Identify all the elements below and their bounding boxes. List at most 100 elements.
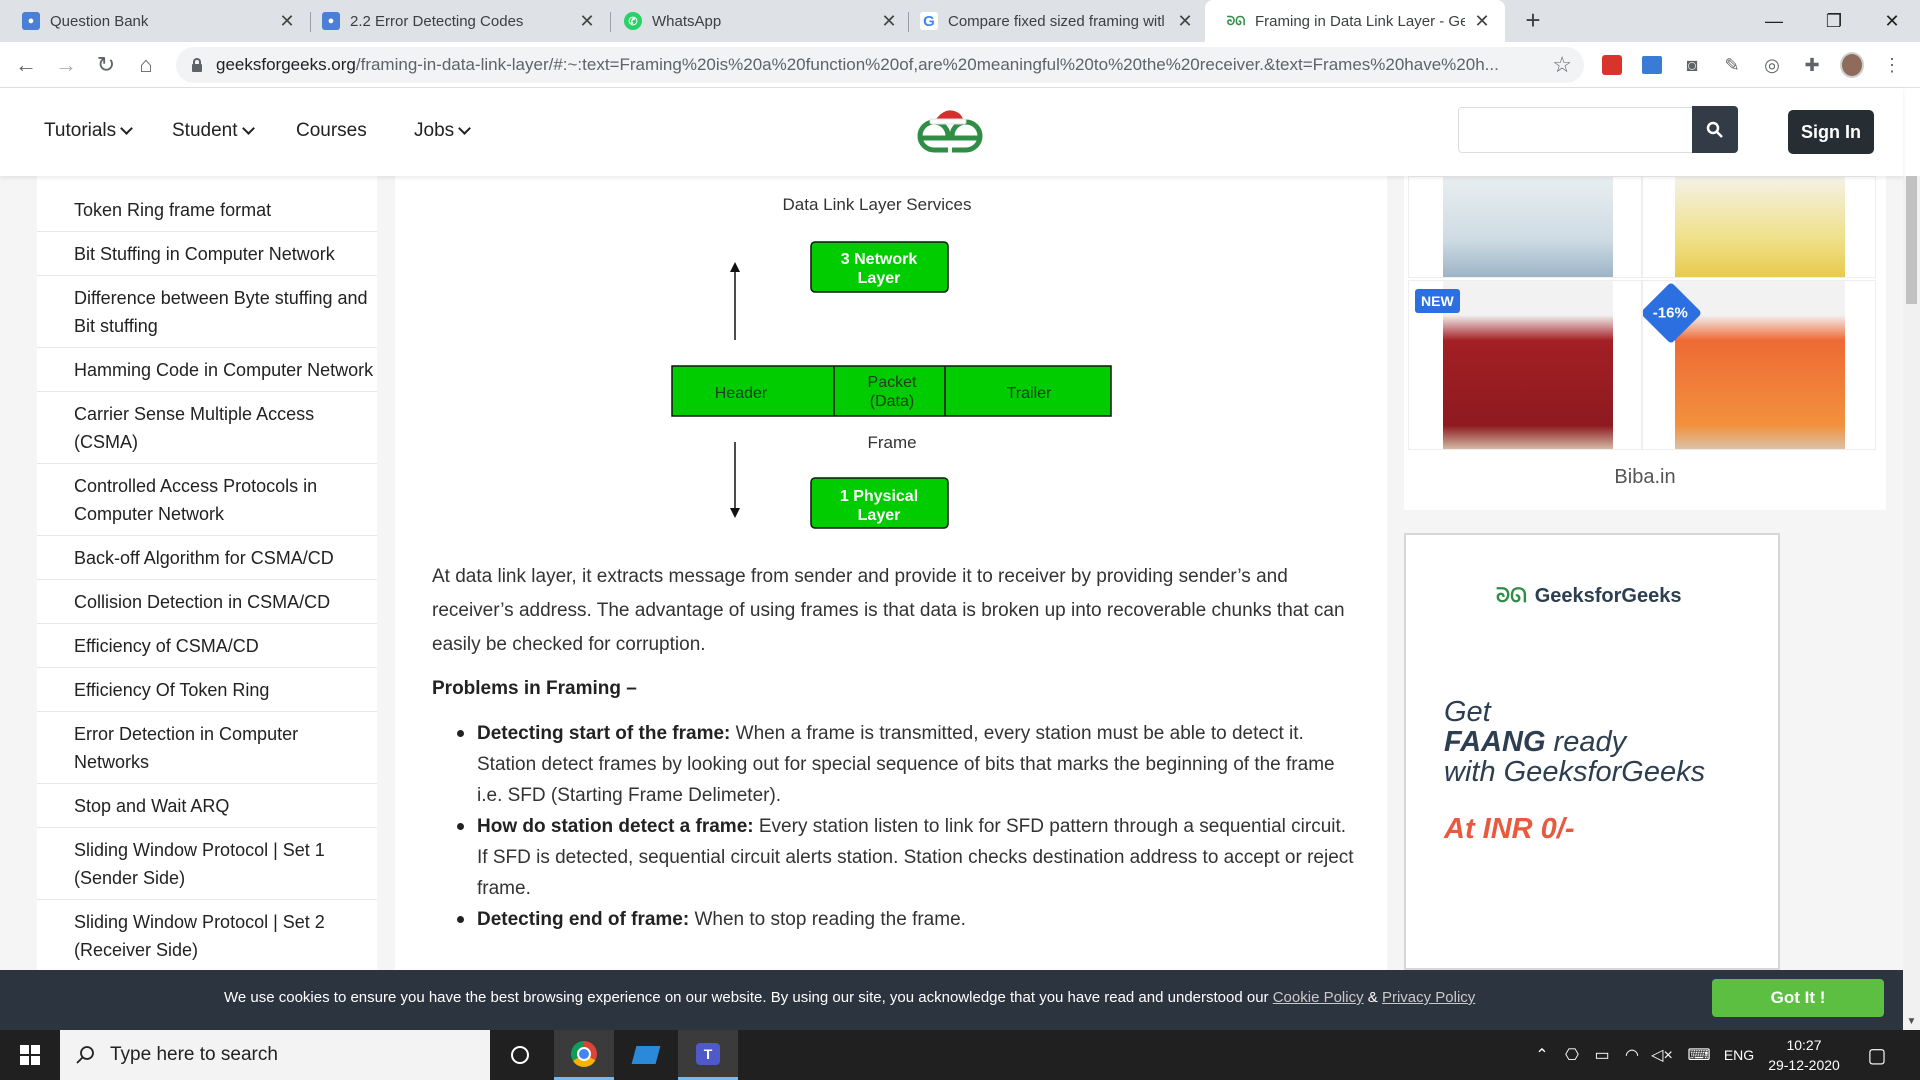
language-indicator[interactable]: ENG (1722, 1030, 1756, 1080)
close-icon[interactable]: ✕ (278, 11, 296, 32)
menu-jobs[interactable]: Jobs (414, 120, 472, 142)
menu-courses[interactable]: Courses (296, 120, 367, 142)
extension-circle-icon[interactable]: ◎ (1760, 53, 1784, 77)
sidebar-item[interactable]: Carrier Sense Multiple Access (CSMA) (37, 392, 377, 464)
restore-icon[interactable]: ❐ (1806, 0, 1862, 42)
teams-taskbar-icon[interactable]: T (678, 1030, 738, 1080)
sign-in-button[interactable]: Sign In (1788, 110, 1874, 154)
tab-error-detecting-codes[interactable]: ● 2.2 Error Detecting Codes ✕ (300, 0, 610, 42)
problem-title: How do station detect a frame: (477, 816, 754, 837)
sidebar-item[interactable]: Back-off Algorithm for CSMA/CD (37, 536, 377, 580)
sidebar-item[interactable]: Efficiency of CSMA/CD (37, 624, 377, 668)
menu-tutorials[interactable]: Tutorials (44, 120, 134, 142)
chrome-taskbar-icon[interactable] (554, 1030, 614, 1080)
menu-student[interactable]: Student (172, 120, 255, 142)
profile-avatar[interactable] (1840, 52, 1864, 78)
sidebar-item[interactable]: Sliding Window Protocol | Set 2 (Receive… (37, 900, 377, 970)
close-icon[interactable]: ✕ (1473, 11, 1491, 32)
menu-dots-icon[interactable]: ⋮ (1880, 53, 1904, 77)
wifi-icon[interactable]: ◠ (1622, 1030, 1642, 1080)
sidebar-item[interactable]: Token Ring frame format (37, 176, 377, 232)
sidebar-item[interactable]: Bit Stuffing in Computer Network (37, 232, 377, 276)
data-link-layer-diagram: Data Link Layer Services 3 Network Layer… (671, 195, 1112, 529)
cortana-icon[interactable] (490, 1030, 550, 1080)
chrome-icon (571, 1040, 597, 1067)
cookie-banner: We use cookies to ensure you have the be… (0, 970, 1903, 1030)
cookie-policy-link[interactable]: Cookie Policy (1273, 989, 1364, 1006)
tab-question-bank[interactable]: ● Question Bank ✕ (0, 0, 310, 42)
site-search-button[interactable] (1692, 106, 1738, 153)
sidebar-item[interactable]: Stop and Wait ARQ (37, 784, 377, 828)
frame-data-label: (Data) (870, 393, 914, 410)
tab-framing-active[interactable]: ᘐᘏ Framing in Data Link Layer - Geel ✕ (1205, 0, 1505, 42)
sidebar-item[interactable]: Difference between Byte stuffing and Bit… (37, 276, 377, 348)
sidebar-item[interactable]: Controlled Access Protocols in Computer … (37, 464, 377, 536)
windows-start-button[interactable] (0, 1030, 60, 1080)
file-transfer-taskbar-icon[interactable] (616, 1030, 676, 1080)
sidebar-item[interactable]: Efficiency Of Token Ring (37, 668, 377, 712)
product-card[interactable] (1408, 176, 1642, 278)
close-icon[interactable]: ✕ (1176, 11, 1194, 32)
reload-icon[interactable]: ↻ (90, 49, 122, 81)
privacy-policy-link[interactable]: Privacy Policy (1382, 989, 1475, 1006)
product-image (1675, 177, 1845, 277)
tab-title: Compare fixed sized framing witl (948, 12, 1165, 30)
google-icon: G (920, 12, 938, 30)
sidebar-item[interactable]: Collision Detection in CSMA/CD (37, 580, 377, 624)
window-close-icon[interactable]: ✕ (1864, 0, 1920, 42)
cookie-amp: & (1363, 989, 1382, 1006)
site-search-input[interactable] (1458, 107, 1694, 153)
taskbar-search-box[interactable]: Type here to search (60, 1030, 490, 1080)
new-tab-button[interactable]: + (1518, 6, 1548, 36)
frame-packet-label: Packet (868, 374, 917, 391)
tab-compare-framing[interactable]: G Compare fixed sized framing witl ✕ (898, 0, 1208, 42)
sidebar: Token Ring frame format Bit Stuffing in … (37, 176, 377, 970)
product-image (1675, 281, 1845, 449)
site-header: Tutorials Student Courses Jobs Sign In (0, 88, 1903, 176)
frame-caption: Frame (867, 433, 916, 452)
scroll-thumb[interactable] (1906, 176, 1917, 304)
sidebar-item[interactable]: Hamming Code in Computer Network (37, 348, 377, 392)
eyedropper-icon[interactable]: ✎ (1720, 53, 1744, 77)
puzzle-icon[interactable]: ✚ (1800, 53, 1824, 77)
sidebar-item[interactable]: Sliding Window Protocol | Set 1 (Sender … (37, 828, 377, 900)
volume-mute-icon[interactable]: ◁× (1651, 1030, 1673, 1080)
chevron-up-icon[interactable]: ⌃ (1532, 1030, 1552, 1080)
page-scrollbar[interactable]: ▲ ▼ (1903, 176, 1920, 1030)
list-item: Detecting end of frame: When to stop rea… (457, 904, 1357, 935)
cookie-accept-button[interactable]: Got It ! (1712, 979, 1884, 1017)
close-icon[interactable]: ✕ (578, 11, 596, 32)
screen-extension-icon[interactable] (1642, 56, 1662, 74)
cookie-text: We use cookies to ensure you have the be… (224, 989, 1273, 1006)
discount-text: -16% (1653, 304, 1689, 322)
pdf-extension-icon[interactable] (1602, 55, 1622, 75)
close-icon[interactable]: ✕ (880, 11, 898, 32)
back-icon[interactable]: ← (10, 49, 42, 81)
address-bar[interactable]: geeksforgeeks.org/framing-in-data-link-l… (176, 47, 1584, 83)
product-card[interactable]: NEW (1408, 280, 1642, 450)
notification-icon[interactable]: ▢ (1862, 1030, 1892, 1080)
url-path: /framing-in-data-link-layer/#:~:text=Fra… (355, 55, 1499, 74)
bookmark-star-icon[interactable]: ☆ (1552, 52, 1572, 78)
product-card[interactable]: -16% (1642, 280, 1876, 450)
scroll-down-icon[interactable]: ▼ (1903, 1013, 1920, 1030)
teams-icon: T (696, 1042, 720, 1065)
gfg-logo[interactable] (912, 106, 988, 156)
product-card[interactable] (1642, 176, 1876, 278)
tab-whatsapp[interactable]: ✆ WhatsApp ✕ (602, 0, 912, 42)
minimize-icon[interactable]: — (1746, 0, 1802, 42)
onedrive-icon[interactable]: ⎔ (1562, 1030, 1582, 1080)
system-clock[interactable]: 10:27 29-12-2020 (1762, 1035, 1846, 1075)
battery-icon[interactable]: ▭ (1592, 1030, 1612, 1080)
keyboard-icon[interactable]: ⌨ (1684, 1030, 1714, 1080)
home-icon[interactable]: ⌂ (130, 49, 162, 81)
browser-toolbar: ← → ↻ ⌂ geeksforgeeks.org/framing-in-dat… (0, 42, 1920, 88)
gfg-promo-ad[interactable]: ᘐᘏ GeeksforGeeks Get FAANG ready with Ge… (1404, 533, 1780, 970)
forward-icon[interactable]: → (50, 49, 82, 81)
sidebar-item[interactable]: Error Detection in Computer Networks (37, 712, 377, 784)
camera-icon[interactable]: ◙ (1680, 53, 1704, 77)
product-ad[interactable]: NEW -16% Biba.in (1404, 176, 1886, 510)
store-name[interactable]: Biba.in (1404, 466, 1886, 489)
menu-label: Jobs (414, 120, 455, 141)
menu-label: Student (172, 120, 238, 141)
